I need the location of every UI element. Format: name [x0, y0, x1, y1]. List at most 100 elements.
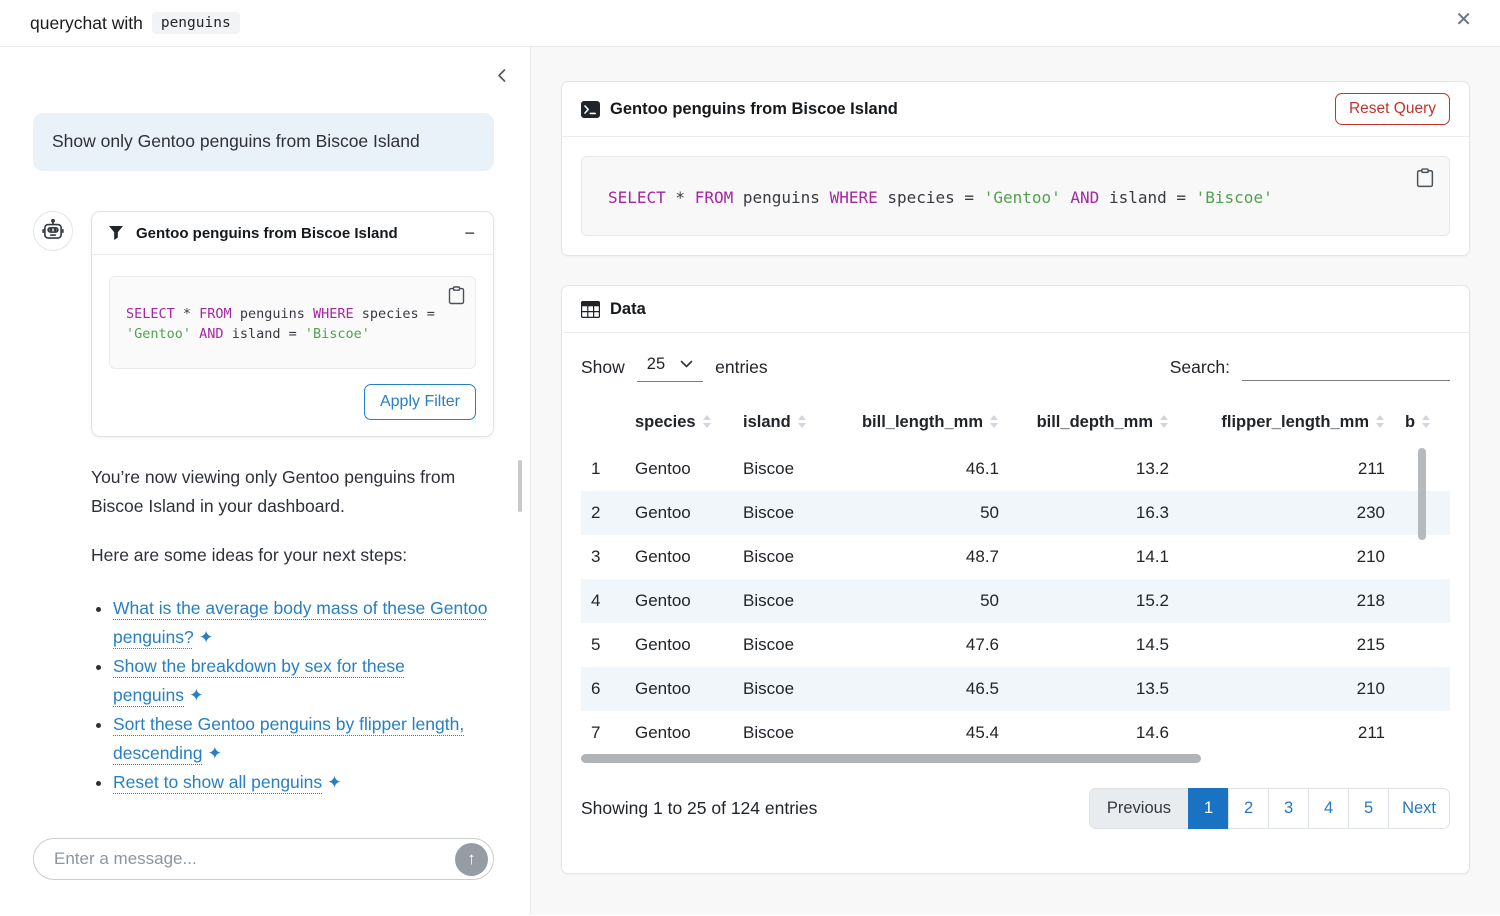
column-header-species[interactable]: species	[625, 404, 733, 447]
filter-card-title: Gentoo penguins from Biscoe Island	[136, 225, 450, 242]
search-control: Search:	[1170, 353, 1450, 381]
column-header-bill_length_mm[interactable]: bill_length_mm	[841, 404, 1009, 447]
page-button-4[interactable]: 4	[1308, 788, 1349, 829]
sql-code-block: SELECT * FROM penguins WHERE species = '…	[581, 156, 1450, 236]
page-button-3[interactable]: 3	[1268, 788, 1309, 829]
page-size-select[interactable]: 25	[637, 352, 703, 382]
table-cell: 45.4	[841, 711, 1009, 755]
suggestion-link[interactable]: Sort these Gentoo penguins by flipper le…	[113, 714, 464, 763]
chat-input-bar: ↑	[33, 838, 494, 880]
column-label: island	[743, 413, 791, 431]
suggestion-link[interactable]: Show the breakdown by sex for these peng…	[113, 656, 405, 705]
table-cell: Gentoo	[625, 491, 733, 535]
horizontal-scrollbar[interactable]	[581, 754, 1201, 763]
sql-token: 'Biscoe'	[305, 326, 370, 342]
sparkle-icon: ✦	[327, 772, 342, 792]
copy-icon[interactable]	[1416, 168, 1434, 191]
column-header-bill_depth_mm[interactable]: bill_depth_mm	[1009, 404, 1179, 447]
column-header-island[interactable]: island	[733, 404, 841, 447]
sql-token	[191, 326, 199, 342]
sidebar-scrollbar[interactable]	[518, 460, 522, 512]
page-button-5[interactable]: 5	[1348, 788, 1389, 829]
table-row: 3GentooBiscoe48.714.1210	[581, 535, 1450, 579]
page-button-1[interactable]: 1	[1188, 788, 1229, 829]
column-header-flipper_length_mm[interactable]: flipper_length_mm	[1179, 404, 1395, 447]
message-input[interactable]	[52, 848, 455, 870]
row-index-cell: 3	[581, 535, 625, 579]
copy-icon[interactable]	[448, 286, 465, 308]
sql-token: *	[175, 306, 199, 322]
table-cell: 50	[841, 579, 1009, 623]
query-card-header: Gentoo penguins from Biscoe Island Reset…	[562, 82, 1469, 137]
send-button[interactable]: ↑	[455, 843, 488, 876]
table-row: 5GentooBiscoe47.614.5215	[581, 623, 1450, 667]
sql-token: species =	[354, 306, 435, 322]
table-cell: Gentoo	[625, 623, 733, 667]
table-cell: Gentoo	[625, 579, 733, 623]
table-row: 4GentooBiscoe5015.2218	[581, 579, 1450, 623]
suggestion-link[interactable]: Reset to show all penguins	[113, 772, 322, 792]
entries-summary: Showing 1 to 25 of 124 entries	[581, 798, 817, 819]
suggestion-list: What is the average body mass of these G…	[91, 594, 494, 797]
dashboard: Gentoo penguins from Biscoe Island Reset…	[531, 47, 1500, 915]
suggestion-link[interactable]: What is the average body mass of these G…	[113, 598, 488, 647]
reset-query-button[interactable]: Reset Query	[1335, 93, 1450, 125]
table-row: 6GentooBiscoe46.513.5210	[581, 667, 1450, 711]
app-title: querychat with	[30, 13, 143, 34]
sql-token: AND	[1070, 188, 1099, 207]
previous-page-button[interactable]: Previous	[1089, 788, 1189, 829]
table-footer: Showing 1 to 25 of 124 entries Previous1…	[581, 788, 1450, 829]
vertical-scrollbar[interactable]	[1418, 448, 1426, 540]
row-index-cell: 7	[581, 711, 625, 755]
data-table-viewport: species island bill_length_mmbill_depth_mm…	[581, 404, 1450, 768]
table-cell: 218	[1179, 579, 1395, 623]
table-cell	[1395, 711, 1450, 755]
sparkle-icon: ✦	[208, 743, 223, 763]
sidebar-collapse-icon[interactable]	[492, 65, 512, 89]
page-size-value: 25	[647, 355, 665, 374]
assistant-message-row: Gentoo penguins from Biscoe Island − SEL…	[33, 211, 494, 437]
chat-sidebar: Show only Gentoo penguins from Biscoe Is…	[0, 47, 531, 915]
column-label: species	[635, 413, 696, 431]
table-cell	[1395, 623, 1450, 667]
sql-token: WHERE	[313, 306, 354, 322]
sql-token: species =	[878, 188, 984, 207]
table-row: 2GentooBiscoe5016.3230	[581, 491, 1450, 535]
assistant-paragraph: You’re now viewing only Gentoo penguins …	[91, 463, 494, 521]
page-button-2[interactable]: 2	[1228, 788, 1269, 829]
table-icon	[581, 301, 600, 318]
apply-filter-button[interactable]: Apply Filter	[364, 384, 476, 420]
table-row: 7GentooBiscoe45.414.6211	[581, 711, 1450, 755]
close-icon[interactable]: ✕	[1449, 9, 1478, 31]
table-controls: Show 25 entries Search:	[581, 352, 1450, 382]
table-cell: Biscoe	[733, 667, 841, 711]
arrow-up-icon: ↑	[467, 849, 476, 869]
sql-token: AND	[199, 326, 223, 342]
sort-icon	[990, 415, 999, 428]
next-page-button[interactable]: Next	[1388, 788, 1450, 829]
row-index-cell: 1	[581, 447, 625, 491]
search-input[interactable]	[1242, 353, 1450, 381]
sql-token: 'Biscoe'	[1196, 188, 1273, 207]
suggestion-item: What is the average body mass of these G…	[113, 594, 494, 652]
table-cell: Biscoe	[733, 623, 841, 667]
table-cell: Biscoe	[733, 711, 841, 755]
data-card: Data Show 25 entries	[561, 285, 1470, 874]
assistant-paragraph: Here are some ideas for your next steps:	[91, 541, 494, 570]
table-cell: 230	[1179, 491, 1395, 535]
sql-token: SELECT	[126, 306, 175, 322]
filter-tool-card: Gentoo penguins from Biscoe Island − SEL…	[91, 211, 494, 437]
table-cell: Biscoe	[733, 535, 841, 579]
column-label: flipper_length_mm	[1221, 413, 1369, 431]
entries-label: entries	[715, 357, 768, 378]
sql-token: penguins	[733, 188, 829, 207]
column-header-b[interactable]: b	[1395, 404, 1450, 447]
row-index-cell: 5	[581, 623, 625, 667]
user-message-bubble: Show only Gentoo penguins from Biscoe Is…	[33, 113, 494, 171]
table-cell: 46.1	[841, 447, 1009, 491]
sql-token	[1061, 188, 1071, 207]
collapse-card-icon[interactable]: −	[462, 224, 477, 242]
query-card: Gentoo penguins from Biscoe Island Reset…	[561, 81, 1470, 256]
table-cell: 210	[1179, 535, 1395, 579]
data-card-title: Data	[610, 300, 1450, 319]
